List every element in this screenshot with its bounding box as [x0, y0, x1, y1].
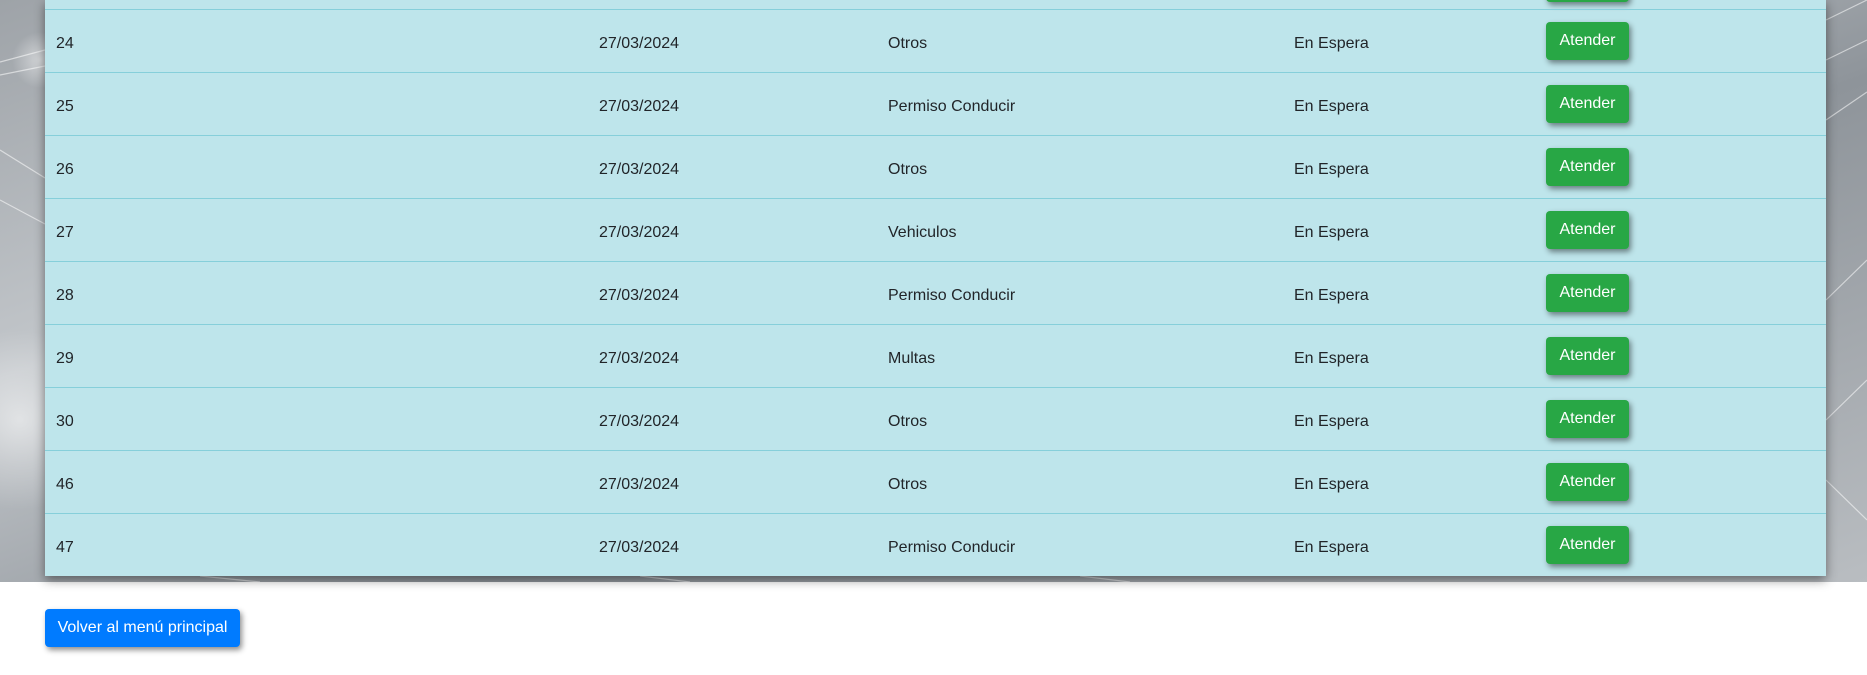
table-row: 28 27/03/2024 Permiso Conducir En Espera Ate… [45, 261, 1826, 324]
cell-id: 28 [56, 287, 74, 304]
cell-id: 24 [56, 35, 74, 52]
cell-type: Multas [888, 350, 936, 367]
atender-button[interactable]: Atender [1546, 274, 1629, 312]
cell-date: 27/03/2024 [599, 35, 680, 52]
cell-id: 25 [56, 98, 74, 115]
cell-type: Otros [888, 161, 928, 178]
cell-type: Permiso Conducir [888, 98, 1016, 115]
cell-type: Otros [888, 35, 928, 52]
cell-date: 27/03/2024 [599, 161, 680, 178]
atender-button[interactable]: Atender [1546, 463, 1629, 501]
atender-button[interactable]: Atender [1546, 526, 1629, 564]
table-row: 27 27/03/2024 Vehiculos En Espera Atender [45, 198, 1826, 261]
cell-type: Otros [888, 413, 928, 430]
atender-button[interactable]: Atender [1546, 148, 1629, 186]
cell-status: En Espera [1294, 98, 1369, 115]
table-row: 46 27/03/2024 Otros En Espera Atender [45, 450, 1826, 513]
cell-id: 47 [56, 539, 74, 556]
atender-button[interactable]: Atender [1546, 400, 1629, 438]
atender-button[interactable]: Atender [1546, 85, 1629, 123]
table-row: 26 27/03/2024 Otros En Espera Atender [45, 135, 1826, 198]
cell-date: 27/03/2024 [599, 539, 680, 556]
table-row-partial-button[interactable] [1546, 0, 1629, 2]
atender-button[interactable]: Atender [1546, 22, 1629, 60]
cell-status: En Espera [1294, 224, 1369, 241]
cell-type: Permiso Conducir [888, 539, 1016, 556]
cell-date: 27/03/2024 [599, 476, 680, 493]
atender-button[interactable]: Atender [1546, 337, 1629, 375]
cell-date: 27/03/2024 [599, 98, 680, 115]
cell-date: 27/03/2024 [599, 287, 680, 304]
cell-status: En Espera [1294, 350, 1369, 367]
cell-status: En Espera [1294, 413, 1369, 430]
cell-date: 27/03/2024 [599, 413, 680, 430]
table-row: 24 27/03/2024 Otros En Espera Atender [45, 9, 1826, 72]
atender-button[interactable]: Atender [1546, 211, 1629, 249]
cell-id: 29 [56, 350, 74, 367]
table-row: 29 27/03/2024 Multas En Espera Atender [45, 324, 1826, 387]
table-row: 30 27/03/2024 Otros En Espera Atender [45, 387, 1826, 450]
table-row: 47 27/03/2024 Permiso Conducir En Espera Ate… [45, 513, 1826, 576]
cell-status: En Espera [1294, 539, 1369, 556]
cell-id: 27 [56, 224, 74, 241]
cell-status: En Espera [1294, 35, 1369, 52]
cell-date: 27/03/2024 [599, 224, 680, 241]
table-row: 25 27/03/2024 Permiso Conducir En Espera Ate… [45, 72, 1826, 135]
cell-status: En Espera [1294, 161, 1369, 178]
requests-table: 24 27/03/2024 Otros En Espera Atender 25 27/03… [45, 0, 1826, 576]
cell-id: 46 [56, 476, 74, 493]
back-to-main-menu-button[interactable]: Volver al menú principal [45, 609, 240, 647]
cell-type: Permiso Conducir [888, 287, 1016, 304]
cell-status: En Espera [1294, 476, 1369, 493]
cell-type: Vehiculos [888, 224, 957, 241]
cell-id: 30 [56, 413, 74, 430]
cell-id: 26 [56, 161, 74, 178]
cell-type: Otros [888, 476, 928, 493]
cell-date: 27/03/2024 [599, 350, 680, 367]
cell-status: En Espera [1294, 287, 1369, 304]
